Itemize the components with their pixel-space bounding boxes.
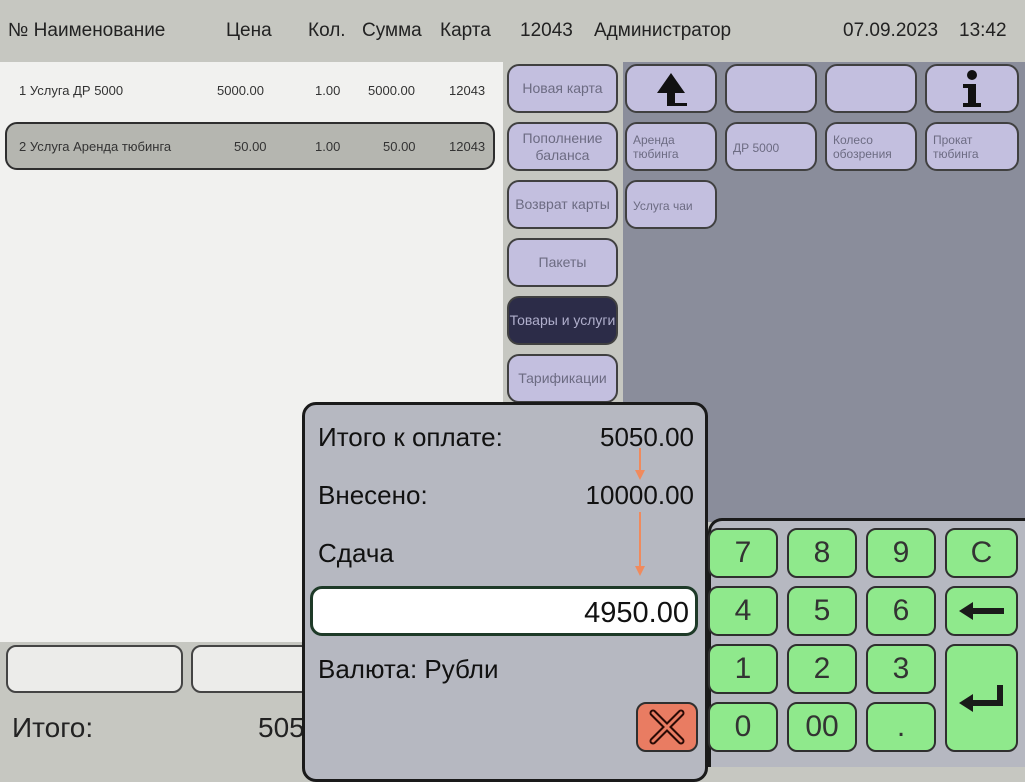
header-bar: № Наименование Цена Кол. Сумма Карта 120… xyxy=(0,0,1025,62)
product-tubing-hire[interactable]: Прокат тюбинга xyxy=(925,122,1019,171)
product-ferris-wheel[interactable]: Колесо обозрения xyxy=(825,122,917,171)
category-label: Пакеты xyxy=(538,254,587,270)
empty-slot-button[interactable] xyxy=(825,64,917,113)
category-label: Тарификации xyxy=(518,370,607,386)
up-folder-button[interactable] xyxy=(625,64,717,113)
order-item-card: 12043 xyxy=(449,139,486,154)
key-9[interactable]: 9 xyxy=(866,528,936,578)
key-3[interactable]: 3 xyxy=(866,644,936,694)
key-6[interactable]: 6 xyxy=(866,586,936,636)
cancel-payment-button[interactable] xyxy=(636,702,698,752)
key-5[interactable]: 5 xyxy=(787,586,857,636)
product-tea-service[interactable]: Услуга чаи xyxy=(625,180,717,229)
scroll-down-button[interactable] xyxy=(191,645,311,693)
order-row-selected[interactable]: 2 Услуга Аренда тюбинга 50.00 1.00 50.00… xyxy=(5,122,495,170)
column-header-price: Цена xyxy=(226,20,272,41)
category-goods-services[interactable]: Товары и услуги xyxy=(507,296,618,345)
category-label: Пополнение баланса xyxy=(522,129,603,163)
product-label: Услуга чаи xyxy=(633,199,693,213)
product-label: ДР 5000 xyxy=(733,141,780,155)
user-name: Администратор xyxy=(594,20,732,41)
key-0[interactable]: 0 xyxy=(708,702,778,752)
paid-value: 10000.00 xyxy=(585,480,694,510)
change-amount-field[interactable]: 4950.00 xyxy=(310,586,698,636)
key-7[interactable]: 7 xyxy=(708,528,778,578)
order-item-name: 1 Услуга ДР 5000 xyxy=(19,83,124,98)
column-header-sum: Сумма xyxy=(362,20,422,41)
key-2[interactable]: 2 xyxy=(787,644,857,694)
key-decimal[interactable]: . xyxy=(866,702,936,752)
key-clear[interactable]: C xyxy=(945,528,1018,578)
key-enter[interactable] xyxy=(945,644,1018,752)
enter-arrow-icon xyxy=(958,685,1003,712)
key-1[interactable]: 1 xyxy=(708,644,778,694)
order-item-name: 2 Услуга Аренда тюбинга xyxy=(19,139,172,154)
column-header-quantity: Кол. xyxy=(308,20,346,41)
empty-slot-button[interactable] xyxy=(725,64,817,113)
product-label: Аренда тюбинга xyxy=(633,133,679,161)
current-date: 07.09.2023 xyxy=(843,20,939,41)
column-header-number-name: № Наименование xyxy=(8,20,166,41)
product-tubing-rental[interactable]: Аренда тюбинга xyxy=(625,122,717,171)
order-item-sum: 50.00 xyxy=(383,139,416,154)
category-tariffs[interactable]: Тарификации xyxy=(507,354,618,403)
key-backspace[interactable] xyxy=(945,586,1018,636)
key-4[interactable]: 4 xyxy=(708,586,778,636)
order-total-value: 505 xyxy=(258,712,305,743)
order-item-sum: 5000.00 xyxy=(368,83,415,98)
info-button[interactable] xyxy=(925,64,1019,113)
order-item-qty: 1.00 xyxy=(315,83,341,98)
paid-label: Внесено: xyxy=(318,480,428,510)
column-header-card: Карта xyxy=(440,20,491,41)
currency-label: Валюта: Рубли xyxy=(318,654,499,684)
category-packages[interactable]: Пакеты xyxy=(507,238,618,287)
backspace-arrow-icon xyxy=(958,602,1004,620)
product-birthday-5000[interactable]: ДР 5000 xyxy=(725,122,817,171)
scroll-up-button[interactable] xyxy=(6,645,183,693)
order-item-card: 12043 xyxy=(449,83,486,98)
category-balance-topup[interactable]: Пополнение баланса xyxy=(507,122,618,171)
category-label: Новая карта xyxy=(522,80,603,96)
product-label: Колесо обозрения xyxy=(833,133,892,161)
category-label: Возврат карты xyxy=(515,196,610,212)
close-icon xyxy=(649,709,685,745)
category-card-return[interactable]: Возврат карты xyxy=(507,180,618,229)
order-row[interactable]: 1 Услуга ДР 5000 5000.00 1.00 5000.00 12… xyxy=(5,66,495,114)
order-total-label: Итого: xyxy=(12,712,94,743)
key-00[interactable]: 00 xyxy=(787,702,857,752)
category-label: Товары и услуги xyxy=(509,312,616,328)
order-item-price: 50.00 xyxy=(234,139,267,154)
product-label: Прокат тюбинга xyxy=(933,133,979,161)
change-label: Сдача xyxy=(318,538,394,568)
total-due-value: 5050.00 xyxy=(600,422,694,452)
arrow-up-icon xyxy=(657,72,687,106)
current-time: 13:42 xyxy=(959,20,1007,41)
order-item-qty: 1.00 xyxy=(315,139,341,154)
category-new-card[interactable]: Новая карта xyxy=(507,64,618,113)
info-icon xyxy=(963,69,981,107)
key-8[interactable]: 8 xyxy=(787,528,857,578)
order-item-price: 5000.00 xyxy=(217,83,264,98)
annotation-arrows xyxy=(635,448,645,576)
card-number: 12043 xyxy=(520,20,573,41)
total-due-label: Итого к оплате: xyxy=(318,422,503,452)
